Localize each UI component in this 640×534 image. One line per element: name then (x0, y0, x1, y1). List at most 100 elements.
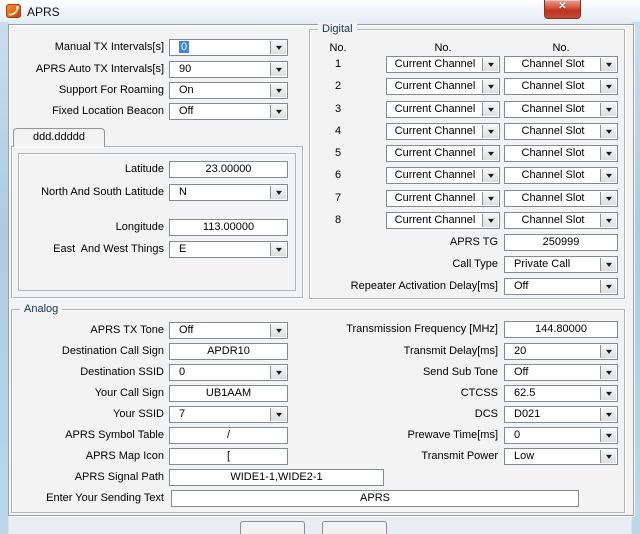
digital-slot-combo-3[interactable]: Channel Slot (504, 101, 618, 118)
digital-slot-value: Channel Slot (505, 79, 601, 94)
dropdown-arrow-icon[interactable] (482, 58, 498, 71)
dropdown-arrow-icon[interactable] (600, 147, 616, 160)
dropdown-arrow-icon[interactable] (270, 63, 286, 76)
support-for-roaming-label: Support For Roaming (9, 82, 164, 99)
aprs-auto-tx-intervals-value: 90 (170, 62, 271, 77)
digital-channel-value: Current Channel (387, 168, 483, 183)
prewave-time-value: 0 (505, 428, 601, 443)
dropdown-arrow-icon[interactable] (482, 80, 498, 93)
dropdown-arrow-icon[interactable] (270, 366, 286, 379)
dropdown-arrow-icon[interactable] (600, 125, 616, 138)
dropdown-arrow-icon[interactable] (600, 214, 616, 227)
ctcss-combo[interactable]: 62.5 (504, 385, 618, 402)
digital-channel-combo-3[interactable]: Current Channel (386, 101, 500, 118)
dropdown-arrow-icon[interactable] (600, 366, 616, 379)
digital-channel-combo-8[interactable]: Current Channel (386, 212, 500, 229)
dropdown-arrow-icon[interactable] (600, 58, 616, 71)
sending-text-input[interactable]: APRS (171, 490, 579, 507)
prewave-time-combo[interactable]: 0 (504, 427, 618, 444)
dropdown-arrow-icon[interactable] (482, 192, 498, 205)
latitude-input[interactable]: 23.00000 (169, 161, 288, 178)
your-call-sign-input[interactable]: UB1AAM (169, 385, 288, 402)
dropdown-arrow-icon[interactable] (270, 105, 286, 118)
dropdown-arrow-icon[interactable] (600, 169, 616, 182)
digital-slot-combo-1[interactable]: Channel Slot (504, 56, 618, 73)
dropdown-arrow-icon[interactable] (600, 280, 616, 293)
fixed-location-beacon-combo[interactable]: Off (169, 103, 288, 120)
manual-tx-intervals-combo[interactable]: 0 (169, 39, 288, 56)
aprs-tg-input[interactable]: 250999 (504, 234, 618, 251)
dropdown-arrow-icon[interactable] (482, 103, 498, 116)
digital-channel-combo-2[interactable]: Current Channel (386, 78, 500, 95)
transmit-power-combo[interactable]: Low (504, 448, 618, 465)
dropdown-arrow-icon[interactable] (600, 429, 616, 442)
north-south-latitude-label: North And South Latitude (9, 184, 164, 201)
dropdown-arrow-icon[interactable] (270, 41, 286, 54)
digital-col-no-header: No. (318, 41, 358, 55)
repeater-activation-delay-combo[interactable]: Off (504, 278, 618, 295)
dropdown-arrow-icon[interactable] (600, 258, 616, 271)
your-ssid-combo[interactable]: 7 (169, 406, 288, 423)
digital-channel-combo-5[interactable]: Current Channel (386, 145, 500, 162)
digital-channel-combo-4[interactable]: Current Channel (386, 123, 500, 140)
dropdown-arrow-icon[interactable] (482, 125, 498, 138)
aprs-tx-tone-combo[interactable]: Off (169, 322, 288, 339)
digital-channel-value: Current Channel (387, 146, 483, 161)
close-button[interactable]: ✕ (544, 0, 581, 19)
aprs-auto-tx-intervals-label: APRS Auto TX Intervals[s] (9, 61, 164, 78)
aprs-signal-path-input[interactable]: WIDE1-1,WIDE2-1 (169, 469, 384, 486)
footer-button-2[interactable] (322, 521, 387, 534)
support-for-roaming-combo[interactable]: On (169, 82, 288, 99)
send-sub-tone-combo[interactable]: Off (504, 364, 618, 381)
digital-slot-combo-2[interactable]: Channel Slot (504, 78, 618, 95)
digital-row-number: 7 (318, 190, 358, 207)
send-sub-tone-label: Send Sub Tone (289, 364, 498, 381)
dropdown-arrow-icon[interactable] (600, 387, 616, 400)
digital-row-number: 6 (318, 167, 358, 184)
digital-row-number: 8 (318, 212, 358, 229)
transmit-delay-combo[interactable]: 20 (504, 343, 618, 360)
digital-slot-combo-6[interactable]: Channel Slot (504, 167, 618, 184)
dropdown-arrow-icon[interactable] (270, 408, 286, 421)
digital-channel-combo-7[interactable]: Current Channel (386, 190, 500, 207)
send-sub-tone-value: Off (505, 365, 601, 380)
dropdown-arrow-icon[interactable] (270, 84, 286, 97)
aprs-auto-tx-intervals-combo[interactable]: 90 (169, 61, 288, 78)
dcs-combo[interactable]: D021 (504, 406, 618, 423)
dropdown-arrow-icon[interactable] (600, 408, 616, 421)
digital-channel-combo-1[interactable]: Current Channel (386, 56, 500, 73)
aprs-tg-label: APRS TG (309, 234, 498, 251)
dropdown-arrow-icon[interactable] (600, 80, 616, 93)
dropdown-arrow-icon[interactable] (482, 214, 498, 227)
digital-slot-combo-5[interactable]: Channel Slot (504, 145, 618, 162)
digital-slot-combo-8[interactable]: Channel Slot (504, 212, 618, 229)
tab-ddd-ddddd[interactable]: ddd.ddddd (13, 128, 105, 147)
call-type-combo[interactable]: Private Call (504, 256, 618, 273)
aprs-symbol-table-input[interactable]: / (169, 427, 288, 444)
dropdown-arrow-icon[interactable] (482, 147, 498, 160)
dropdown-arrow-icon[interactable] (270, 243, 286, 256)
dropdown-arrow-icon[interactable] (600, 345, 616, 358)
footer-button-1[interactable] (240, 521, 305, 534)
prewave-time-label: Prewave Time[ms] (289, 427, 498, 444)
destination-ssid-combo[interactable]: 0 (169, 364, 288, 381)
dropdown-arrow-icon[interactable] (600, 192, 616, 205)
dropdown-arrow-icon[interactable] (270, 324, 286, 337)
destination-call-sign-input[interactable]: APDR10 (169, 343, 288, 360)
dropdown-arrow-icon[interactable] (600, 450, 616, 463)
north-south-latitude-combo[interactable]: N (169, 184, 288, 201)
call-type-value: Private Call (505, 257, 601, 272)
aprs-map-icon-input[interactable]: [ (169, 448, 288, 465)
ctcss-value: 62.5 (505, 386, 601, 401)
digital-row-number: 3 (318, 101, 358, 118)
longitude-input[interactable]: 113.00000 (169, 219, 288, 236)
digital-slot-combo-7[interactable]: Channel Slot (504, 190, 618, 207)
digital-slot-combo-4[interactable]: Channel Slot (504, 123, 618, 140)
dropdown-arrow-icon[interactable] (270, 186, 286, 199)
aprs-tx-tone-value: Off (170, 323, 271, 338)
east-west-combo[interactable]: E (169, 241, 288, 258)
dropdown-arrow-icon[interactable] (482, 169, 498, 182)
digital-channel-combo-6[interactable]: Current Channel (386, 167, 500, 184)
dropdown-arrow-icon[interactable] (600, 103, 616, 116)
transmission-frequency-input[interactable]: 144.80000 (504, 321, 618, 338)
